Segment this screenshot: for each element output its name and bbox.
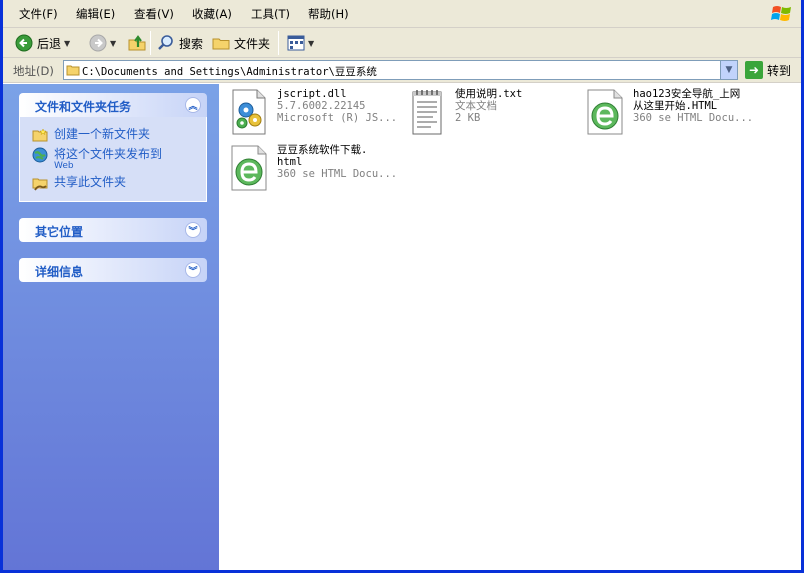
folders-label: 文件夹 xyxy=(234,36,271,51)
file-tasks-header[interactable]: 文件和文件夹任务 ︽ xyxy=(19,93,207,117)
toolbar-separator xyxy=(278,31,279,55)
file-item[interactable]: 使用说明.txt 文本文档 2 KB xyxy=(407,88,522,136)
task-label: 将这个文件夹发布到 xyxy=(54,147,163,161)
address-input[interactable]: C:\Documents and Settings\Administrator\… xyxy=(63,60,738,80)
address-dropdown-button[interactable]: ▼ xyxy=(720,61,737,79)
file-description: 360 se HTML Docu... xyxy=(633,112,754,124)
address-path: C:\Documents and Settings\Administrator\… xyxy=(82,66,377,78)
forward-arrow-icon xyxy=(89,34,107,52)
other-places-panel: 其它位置 ︾ xyxy=(19,218,207,242)
back-arrow-icon xyxy=(15,34,33,52)
other-places-header[interactable]: 其它位置 ︾ xyxy=(19,218,207,242)
file-tasks-body: 创建一个新文件夹 将这个文件夹发布到 Web 共享此文件夹 xyxy=(19,117,207,202)
views-dropdown-icon: ▼ xyxy=(308,38,315,48)
file-description: 360 se HTML Docu... xyxy=(277,168,398,180)
file-name: hao123安全导航_上网 xyxy=(633,88,741,100)
explorer-window: 文件(F) 编辑(E) 查看(V) 收藏(A) 工具(T) 帮助(H) 后退 ▼ xyxy=(0,0,804,573)
file-name-continued: 从这里开始.HTML xyxy=(633,100,718,112)
file-version: 5.7.6002.22145 xyxy=(277,100,366,112)
expand-chevron-icon[interactable]: ︾ xyxy=(185,262,201,278)
menu-tools[interactable]: 工具(T) xyxy=(251,6,290,22)
toolbar: 后退 ▼ ▼ 搜索 文件夹 ▼ xyxy=(3,28,801,58)
file-name-continued: html xyxy=(277,156,303,168)
file-name: jscript.dll xyxy=(277,88,347,100)
share-folder-icon xyxy=(32,178,48,191)
menu-help[interactable]: 帮助(H) xyxy=(308,6,349,22)
go-arrow-icon: ➜ xyxy=(745,61,763,79)
publish-web-icon xyxy=(32,147,48,163)
task-label: 共享此文件夹 xyxy=(54,175,127,189)
menu-favorites[interactable]: 收藏(A) xyxy=(192,6,232,22)
text-document-icon xyxy=(412,90,442,135)
menu-view[interactable]: 查看(V) xyxy=(134,6,174,22)
back-dropdown-icon[interactable]: ▼ xyxy=(64,39,70,48)
search-label: 搜索 xyxy=(179,36,204,51)
expand-chevron-icon[interactable]: ︾ xyxy=(185,222,201,238)
file-item[interactable]: hao123安全导航_上网 从这里开始.HTML 360 se HTML Doc… xyxy=(585,88,753,136)
go-label: 转到 xyxy=(767,63,792,78)
search-icon xyxy=(158,35,173,50)
360se-html-icon xyxy=(587,89,623,135)
folder-icon xyxy=(66,65,80,76)
task-share-folder[interactable]: 共享此文件夹 xyxy=(20,173,206,193)
file-item[interactable]: 豆豆系统软件下载. html 360 se HTML Docu... xyxy=(229,144,397,192)
up-folder-button[interactable] xyxy=(127,32,147,54)
forward-dropdown-icon[interactable]: ▼ xyxy=(110,39,116,48)
task-new-folder[interactable]: 创建一个新文件夹 xyxy=(20,125,206,145)
address-bar: 地址(D) C:\Documents and Settings\Administ… xyxy=(3,58,801,83)
go-button[interactable]: ➜ 转到 xyxy=(745,60,791,80)
toolbar-separator xyxy=(150,31,151,55)
details-panel: 详细信息 ︾ xyxy=(19,258,207,282)
task-label-sub: Web xyxy=(54,161,74,171)
menu-bar: 文件(F) 编辑(E) 查看(V) 收藏(A) 工具(T) 帮助(H) xyxy=(3,0,801,28)
file-type: 文本文档 xyxy=(455,100,497,112)
views-grid-icon xyxy=(287,35,305,51)
file-item[interactable]: jscript.dll 5.7.6002.22145 Microsoft (R)… xyxy=(229,88,397,136)
file-size: 2 KB xyxy=(455,112,481,124)
folders-button[interactable]: 文件夹 xyxy=(212,32,270,54)
file-description: Microsoft (R) JS... xyxy=(277,112,398,124)
dll-icon xyxy=(232,89,266,135)
folder-icon xyxy=(212,38,230,50)
file-tasks-title: 文件和文件夹任务 xyxy=(35,100,132,114)
windows-logo-icon xyxy=(771,6,791,21)
details-header[interactable]: 详细信息 ︾ xyxy=(19,258,207,282)
up-folder-icon xyxy=(128,35,146,51)
file-name: 使用说明.txt xyxy=(455,88,523,100)
address-label: 地址(D) xyxy=(13,64,54,78)
other-places-title: 其它位置 xyxy=(35,225,84,239)
back-button[interactable]: 后退 ▼ xyxy=(15,32,70,54)
file-name: 豆豆系统软件下载. xyxy=(277,144,368,156)
360se-html-icon xyxy=(231,145,267,191)
collapse-chevron-icon[interactable]: ︽ xyxy=(185,97,201,113)
menu-edit[interactable]: 编辑(E) xyxy=(76,6,115,22)
views-button[interactable]: ▼ xyxy=(287,32,314,54)
file-list: jscript.dll 5.7.6002.22145 Microsoft (R)… xyxy=(219,84,801,570)
new-folder-icon xyxy=(32,128,48,142)
search-button[interactable]: 搜索 xyxy=(157,32,203,54)
task-label: 创建一个新文件夹 xyxy=(54,127,151,141)
details-title: 详细信息 xyxy=(35,265,84,279)
menu-file[interactable]: 文件(F) xyxy=(19,6,58,22)
task-publish-web[interactable]: 将这个文件夹发布到 Web xyxy=(20,145,206,173)
file-tasks-panel: 文件和文件夹任务 ︽ 创建一个新文件夹 将这个文件夹发布到 Web 共享此文件夹 xyxy=(19,93,207,202)
task-pane: 文件和文件夹任务 ︽ 创建一个新文件夹 将这个文件夹发布到 Web 共享此文件夹… xyxy=(3,84,219,570)
back-label: 后退 xyxy=(37,36,62,51)
forward-button[interactable]: ▼ xyxy=(89,32,116,54)
